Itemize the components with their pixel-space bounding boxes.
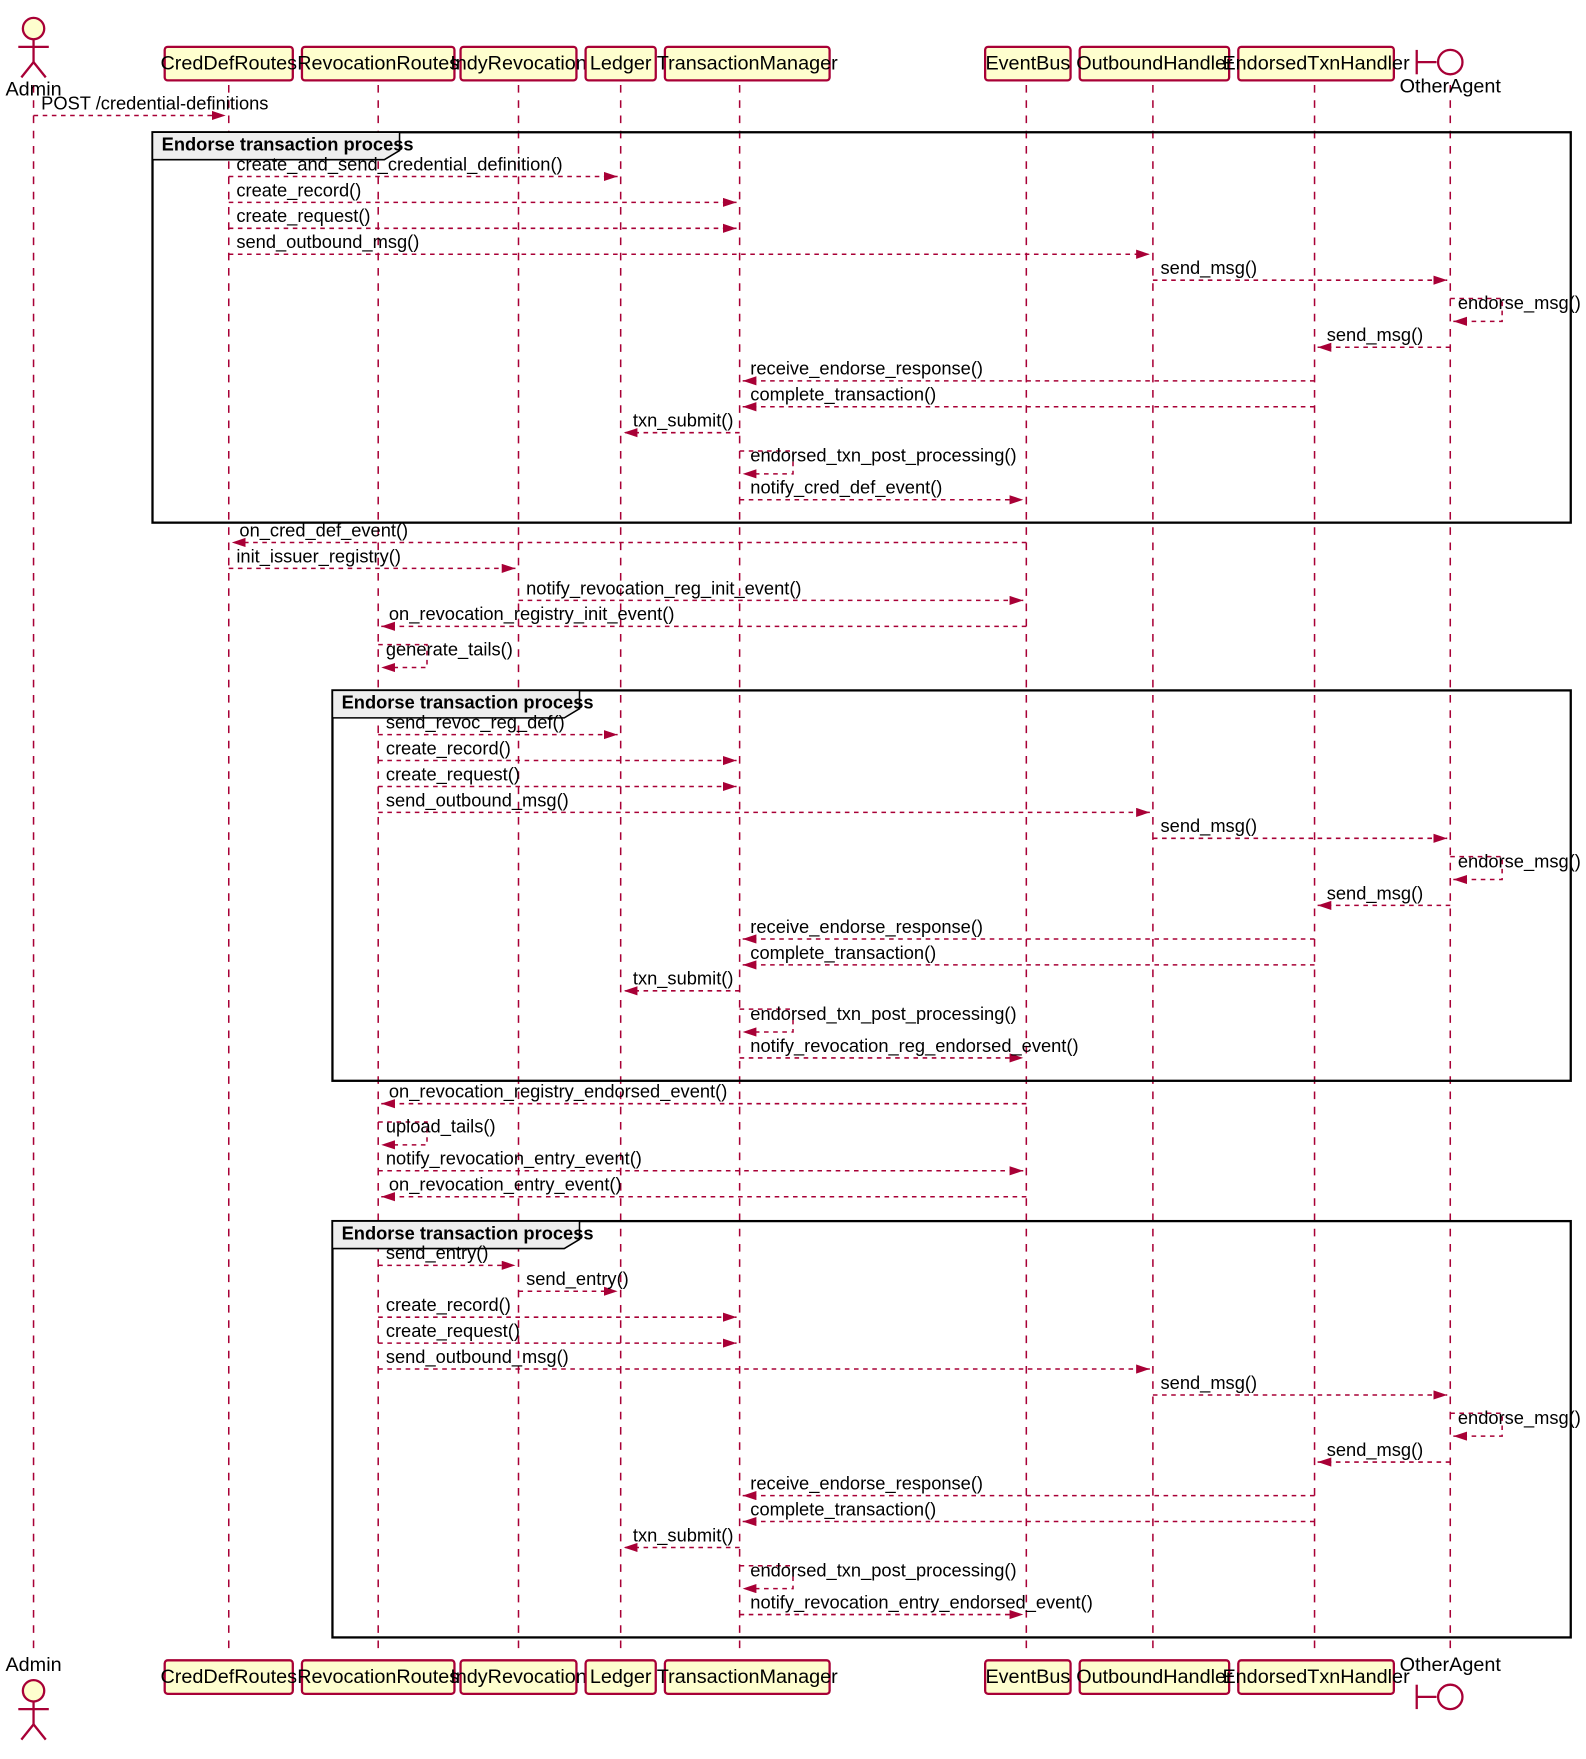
actor-admin-top: Admin xyxy=(5,18,61,101)
sequence-diagram: Admin CredDefRoutes RevocationRoutes Ind… xyxy=(0,0,1586,1759)
participant-endorsed-bottom: EndorsedTxnHandler xyxy=(1222,1660,1410,1694)
participant-indyrev-bottom: IndyRevocation xyxy=(450,1660,587,1694)
msg-m12: endorsed_txn_post_processing() xyxy=(750,445,1016,467)
participant-ledger-top: Ledger xyxy=(586,47,656,81)
participant-indyrev-top: IndyRevocation xyxy=(450,47,587,81)
revroutes-label-bottom: RevocationRoutes xyxy=(297,1666,459,1688)
msg-m44: complete_transaction() xyxy=(750,1498,936,1520)
msg-m30: notify_revocation_reg_endorsed_event() xyxy=(750,1035,1078,1057)
msg-m2: create_and_send_credential_definition() xyxy=(236,153,562,175)
msg-m7: endorse_msg() xyxy=(1458,292,1581,314)
frame-2-label: Endorse transaction process xyxy=(342,692,594,713)
msg-m17: on_revocation_registry_init_event() xyxy=(389,603,675,625)
eventbus-label-bottom: EventBus xyxy=(985,1666,1070,1688)
boundary-other-top: OtherAgent xyxy=(1400,50,1502,98)
participant-creddef-top: CredDefRoutes xyxy=(160,47,297,81)
msg-m33: notify_revocation_entry_event() xyxy=(386,1148,642,1170)
msg-m35: send_entry() xyxy=(386,1242,489,1264)
msg-m21: create_request() xyxy=(386,763,520,785)
msg-m31: on_revocation_registry_endorsed_event() xyxy=(389,1081,727,1103)
creddef-label: CredDefRoutes xyxy=(160,53,297,75)
msg-m6: send_msg() xyxy=(1161,257,1258,279)
msg-m27: complete_transaction() xyxy=(750,942,936,964)
participant-revroutes-bottom: RevocationRoutes xyxy=(297,1660,459,1694)
msg-m37: create_record() xyxy=(386,1294,511,1316)
msg-m16: notify_revocation_reg_init_event() xyxy=(526,577,801,599)
boundary-other-bottom: OtherAgent xyxy=(1400,1654,1502,1709)
other-label-bottom: OtherAgent xyxy=(1400,1654,1502,1676)
msg-m25: send_msg() xyxy=(1327,882,1424,904)
msg-m41: endorse_msg() xyxy=(1458,1407,1581,1429)
participant-endorsed-top: EndorsedTxnHandler xyxy=(1222,47,1410,81)
participant-eventbus-top: EventBus xyxy=(985,47,1070,81)
msg-m39: send_outbound_msg() xyxy=(386,1346,569,1368)
actor-admin-bottom: Admin xyxy=(5,1654,61,1740)
msg-m11: txn_submit() xyxy=(633,410,734,432)
msg-m5: send_outbound_msg() xyxy=(236,231,419,253)
other-label: OtherAgent xyxy=(1400,76,1502,98)
admin-label-bottom: Admin xyxy=(5,1654,61,1676)
msg-m38: create_request() xyxy=(386,1320,520,1342)
msg-m8: send_msg() xyxy=(1327,324,1424,346)
msg-m36: send_entry() xyxy=(526,1268,629,1290)
msg-m40: send_msg() xyxy=(1161,1372,1258,1394)
msg-m47: notify_revocation_entry_endorsed_event() xyxy=(750,1591,1092,1613)
endorsed-label: EndorsedTxnHandler xyxy=(1222,53,1410,75)
msg-m3: create_record() xyxy=(236,179,361,201)
frame-1-label: Endorse transaction process xyxy=(162,134,414,155)
endorsed-label-bottom: EndorsedTxnHandler xyxy=(1222,1666,1410,1688)
txnmgr-label-bottom: TransactionManager xyxy=(657,1666,838,1688)
msg-m19: send_revoc_reg_def() xyxy=(386,712,565,734)
msg-m32: upload_tails() xyxy=(386,1116,496,1138)
msg-m29: endorsed_txn_post_processing() xyxy=(750,1003,1016,1025)
msg-m13: notify_cred_def_event() xyxy=(750,477,942,499)
msg-m18: generate_tails() xyxy=(386,638,513,660)
indyrev-label: IndyRevocation xyxy=(450,53,587,75)
msg-m22: send_outbound_msg() xyxy=(386,789,569,811)
msg-m45: txn_submit() xyxy=(633,1524,734,1546)
msg-m4: create_request() xyxy=(236,205,370,227)
eventbus-label: EventBus xyxy=(985,53,1070,75)
msg-m28: txn_submit() xyxy=(633,968,734,990)
participant-revroutes-top: RevocationRoutes xyxy=(297,47,459,81)
msg-m34: on_revocation_entry_event() xyxy=(389,1174,622,1196)
participant-outbound-bottom: OutboundHandler xyxy=(1076,1660,1233,1694)
msg-m15: init_issuer_registry() xyxy=(236,545,401,567)
outbound-label: OutboundHandler xyxy=(1076,53,1233,75)
outbound-label-bottom: OutboundHandler xyxy=(1076,1666,1233,1688)
msg-m9: receive_endorse_response() xyxy=(750,358,983,380)
ledger-label-bottom: Ledger xyxy=(590,1666,652,1688)
txnmgr-label: TransactionManager xyxy=(657,53,838,75)
msg-m10: complete_transaction() xyxy=(750,384,936,406)
ledger-label: Ledger xyxy=(590,53,652,75)
msg-m24: endorse_msg() xyxy=(1458,850,1581,872)
participant-outbound-top: OutboundHandler xyxy=(1076,47,1233,81)
msg-m43: receive_endorse_response() xyxy=(750,1473,983,1495)
msg-m46: endorsed_txn_post_processing() xyxy=(750,1559,1016,1581)
participant-txnmgr-top: TransactionManager xyxy=(657,47,838,81)
msg-m26: receive_endorse_response() xyxy=(750,916,983,938)
participant-creddef-bottom: CredDefRoutes xyxy=(160,1660,297,1694)
frame-3-label: Endorse transaction process xyxy=(342,1222,594,1243)
indyrev-label-bottom: IndyRevocation xyxy=(450,1666,587,1688)
msg-m14: on_cred_def_event() xyxy=(239,519,408,541)
revroutes-label: RevocationRoutes xyxy=(297,53,459,75)
creddef-label-bottom: CredDefRoutes xyxy=(160,1666,297,1688)
msg-m20: create_record() xyxy=(386,737,511,759)
msg-m42: send_msg() xyxy=(1327,1439,1424,1461)
participant-txnmgr-bottom: TransactionManager xyxy=(657,1660,838,1694)
participant-eventbus-bottom: EventBus xyxy=(985,1660,1070,1694)
msg-m23: send_msg() xyxy=(1161,815,1258,837)
msg-m1: POST /credential-definitions xyxy=(41,92,268,113)
participant-ledger-bottom: Ledger xyxy=(586,1660,656,1694)
